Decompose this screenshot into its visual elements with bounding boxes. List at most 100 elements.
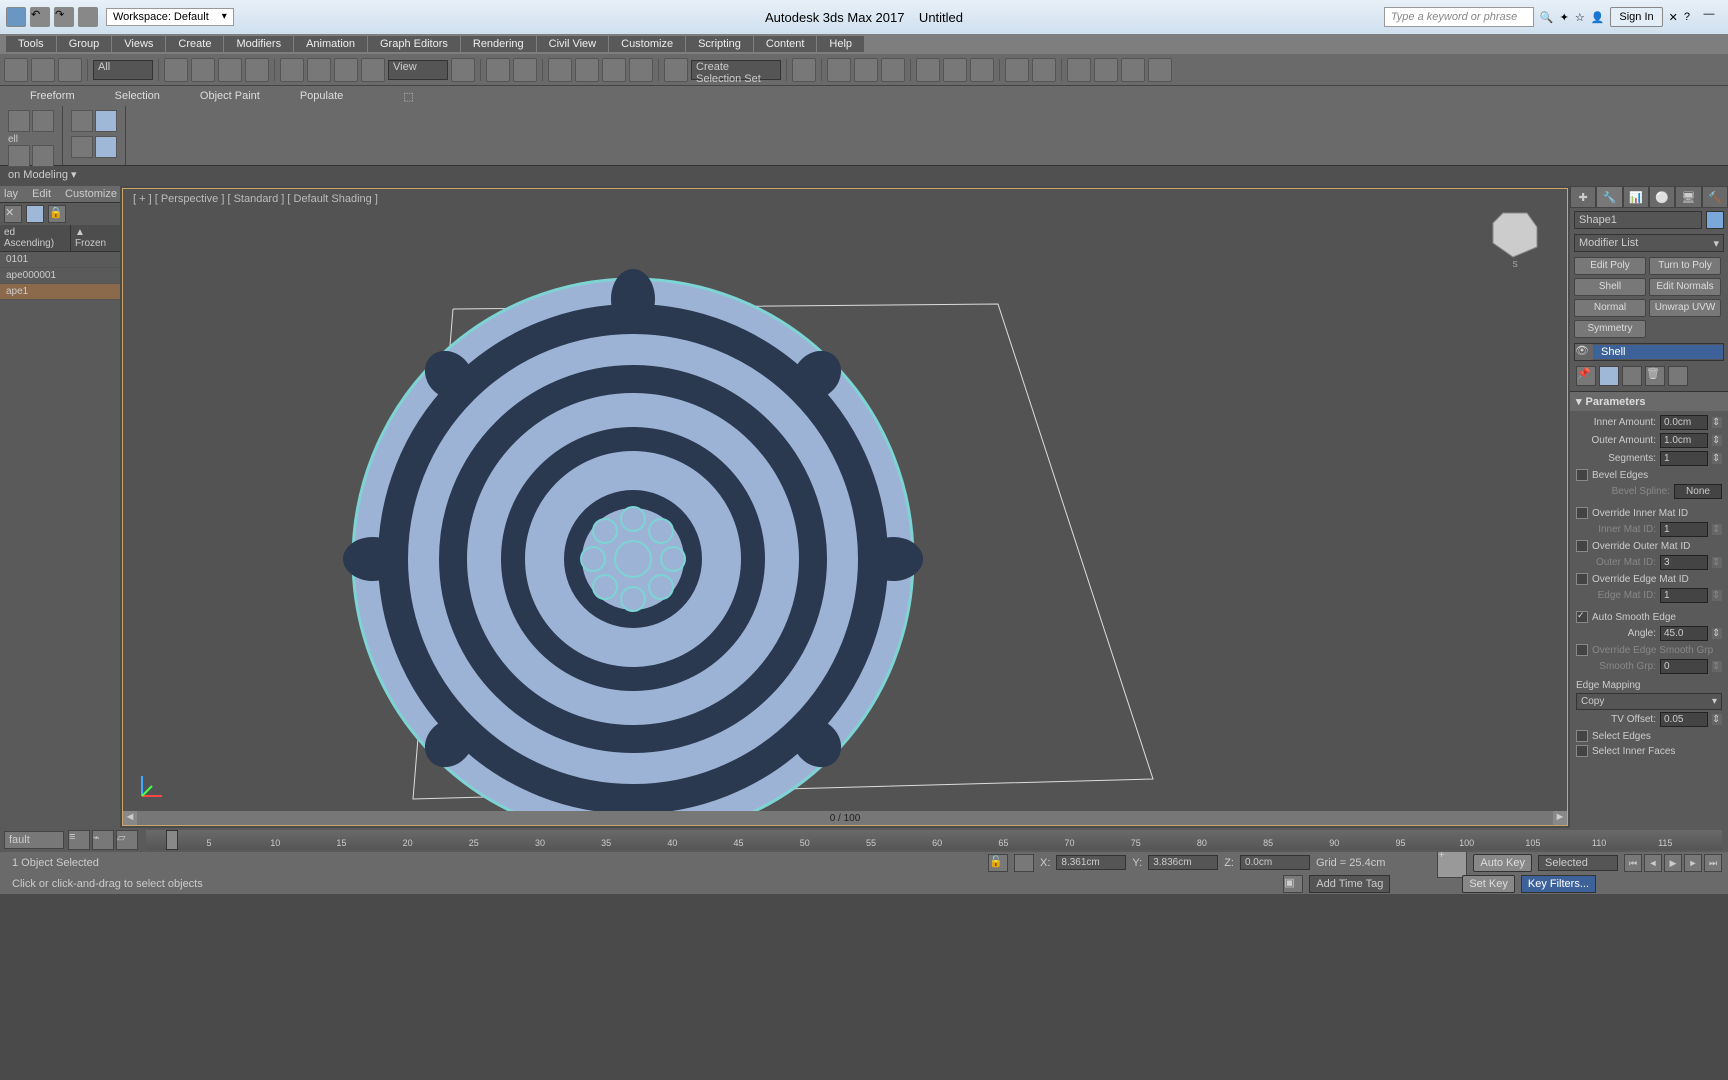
use-pivot-center-icon[interactable] [451,58,475,82]
render-setup-icon[interactable] [1005,58,1029,82]
normal-button[interactable]: Normal [1574,299,1646,317]
edge-mapping-dropdown[interactable]: Copy [1576,693,1722,710]
ribbon-icon[interactable] [71,136,93,158]
toggle-ribbon-icon[interactable] [881,58,905,82]
bind-spacewarp-icon[interactable] [58,58,82,82]
stack-item-shell[interactable]: Shell [1593,345,1723,359]
play-icon[interactable]: ▶ [1664,854,1682,872]
angle-snap-icon[interactable] [575,58,599,82]
viewport-perspective[interactable]: [ + ] [ Perspective ] [ Standard ] [ Def… [122,188,1568,826]
app-icon[interactable] [6,7,26,27]
view-mode-icon[interactable] [26,205,44,223]
menu-content[interactable]: Content [754,36,817,52]
name-column-header[interactable]: ed Ascending) [0,225,70,251]
subobj-vertex-icon[interactable] [8,145,30,167]
schematic-view-icon[interactable] [943,58,967,82]
pin-stack-icon[interactable]: 📌 [1576,366,1596,386]
menu-civilview[interactable]: Civil View [537,36,608,52]
create-tab-icon[interactable]: ✚ [1570,186,1596,208]
override-outer-checkbox[interactable] [1576,540,1588,552]
toggle-modifier-icon[interactable]: 👁 [1575,344,1593,360]
unlink-icon[interactable] [31,58,55,82]
window-crossing-icon[interactable] [245,58,269,82]
rendered-frame-icon[interactable] [1032,58,1056,82]
list-item[interactable]: ape000001 [0,268,120,284]
key-target-dropdown[interactable]: Selected [1538,855,1618,871]
list-item[interactable]: ape1 [0,284,120,300]
redo-icon[interactable]: ↷ [54,7,74,27]
y-input[interactable]: 3.836cm [1148,855,1218,870]
lock-icon[interactable]: 🔒 [48,205,66,223]
scene-menu-customize[interactable]: Customize [65,188,117,200]
keyboard-shortcut-icon[interactable] [513,58,537,82]
bevel-edges-checkbox[interactable] [1576,469,1588,481]
menu-rendering[interactable]: Rendering [461,36,536,52]
show-end-result-icon[interactable] [1599,366,1619,386]
lock-selection-icon[interactable]: 🔓 [988,854,1008,872]
ribbon-icon[interactable] [95,136,117,158]
scroll-right-icon[interactable]: ► [1553,811,1567,825]
keyfilters-button[interactable]: Key Filters... [1521,875,1596,893]
render-production-icon[interactable] [1067,58,1091,82]
tab-objectpaint[interactable]: Object Paint [200,90,260,102]
goto-end-icon[interactable]: ⏭ [1704,854,1722,872]
undo-icon[interactable]: ↶ [30,7,50,27]
select-by-name-icon[interactable] [191,58,215,82]
unwrapuvw-button[interactable]: Unwrap UVW [1649,299,1721,317]
next-frame-icon[interactable]: ► [1684,854,1702,872]
placement-icon[interactable] [361,58,385,82]
parameters-rollup-header[interactable]: ▾ Parameters [1570,392,1728,411]
menu-group[interactable]: Group [57,36,112,52]
render-in-cloud-icon[interactable] [1094,58,1118,82]
tab-freeform[interactable]: Freeform [30,90,75,102]
frozen-column-header[interactable]: ▲ Frozen [70,225,120,251]
move-icon[interactable] [280,58,304,82]
motion-tab-icon[interactable]: ⚪ [1649,186,1675,208]
z-input[interactable]: 0.0cm [1240,855,1310,870]
star-icon[interactable]: ☆ [1575,11,1585,24]
angle-input[interactable]: 45.0 [1660,626,1708,641]
configure-sets-icon[interactable] [1668,366,1688,386]
select-edges-checkbox[interactable] [1576,730,1588,742]
autokey-button[interactable]: Auto Key [1473,854,1532,872]
scroll-left-icon[interactable]: ◄ [123,811,137,825]
signin-button[interactable]: Sign In [1610,7,1662,27]
goto-start-icon[interactable]: ⏮ [1624,854,1642,872]
menu-help[interactable]: Help [817,36,864,52]
help-search-input[interactable]: Type a keyword or phrase [1384,7,1534,27]
spinner-snap-icon[interactable] [629,58,653,82]
scene-menu-display[interactable]: lay [4,188,18,200]
menu-grapheditors[interactable]: Graph Editors [368,36,460,52]
menu-create[interactable]: Create [166,36,223,52]
spinner-icon[interactable]: ⇕ [1712,524,1722,535]
link-icon[interactable] [78,7,98,27]
close-icon[interactable]: ✕ [4,205,22,223]
modify-tab-icon[interactable]: 🔧 [1596,186,1622,208]
material-editor-icon[interactable] [970,58,994,82]
viewport-canvas[interactable] [123,189,1567,825]
spinner-icon[interactable]: ⇕ [1712,590,1722,601]
scene-menu-edit[interactable]: Edit [32,188,51,200]
menu-scripting[interactable]: Scripting [686,36,753,52]
rotate-icon[interactable] [307,58,331,82]
render-presets-icon[interactable] [1148,58,1172,82]
smooth-grp-input[interactable]: 0 [1660,659,1708,674]
select-link-icon[interactable] [4,58,28,82]
curve-editor-icon[interactable] [916,58,940,82]
percent-snap-icon[interactable] [602,58,626,82]
setkey-button[interactable]: Set Key [1462,875,1515,893]
snap-toggle-icon[interactable] [548,58,572,82]
prev-frame-icon[interactable]: ◄ [1644,854,1662,872]
outer-amount-input[interactable]: 1.0cm [1660,433,1708,448]
timeline-ruler[interactable]: 5101520253035404550556065707580859095100… [146,830,1722,850]
object-name-input[interactable]: Shape1 [1574,211,1702,229]
script-listener-icon[interactable]: ▣ [1283,875,1303,893]
layer-mgr-icon[interactable]: ≡ [68,830,90,850]
select-object-icon[interactable] [164,58,188,82]
time-slider[interactable]: ◄ 0 / 100 ► [123,811,1567,825]
ref-coord-dropdown[interactable]: View [388,60,448,80]
display-tab-icon[interactable]: 🖥 [1675,186,1701,208]
remove-modifier-icon[interactable]: 🗑 [1645,366,1665,386]
shell-button[interactable]: Shell [1574,278,1646,296]
selection-filter-dropdown[interactable]: All [93,60,153,80]
